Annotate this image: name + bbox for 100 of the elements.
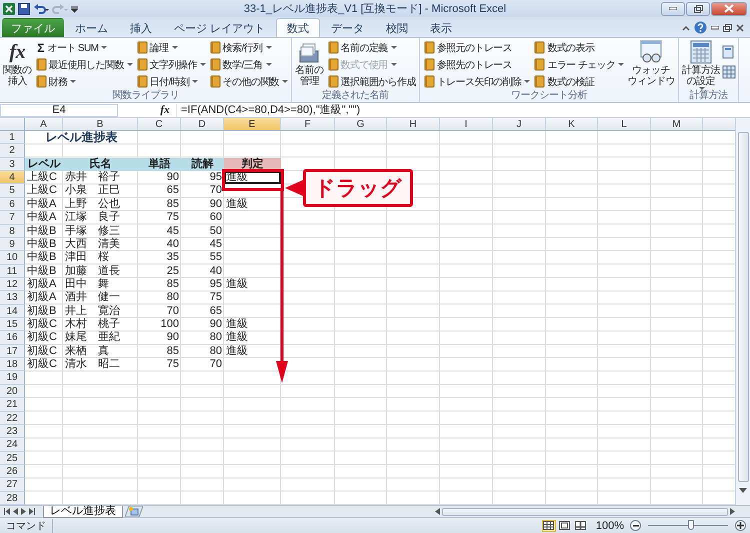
- row-header[interactable]: 4: [0, 171, 25, 184]
- column-header[interactable]: M: [651, 118, 703, 130]
- calculator-icon[interactable]: [722, 45, 734, 59]
- horizontal-scrollbar[interactable]: [435, 506, 735, 516]
- column-header[interactable]: L: [598, 118, 651, 130]
- sheet-tab[interactable]: レベル進捗表: [43, 506, 123, 518]
- formula-field[interactable]: =IF(AND(C4>=80,D4>=80),"進級",""): [176, 104, 750, 116]
- ribbon-button[interactable]: 名前の定義: [326, 39, 417, 56]
- row-header[interactable]: 6: [0, 198, 25, 212]
- row-header[interactable]: 21: [0, 398, 25, 412]
- scroll-right-icon[interactable]: [730, 508, 735, 515]
- scroll-down-icon[interactable]: [739, 488, 747, 493]
- ribbon-button[interactable]: Σ オート SUM: [34, 39, 134, 56]
- zoom-thumb[interactable]: [688, 520, 694, 530]
- row-header[interactable]: 23: [0, 424, 25, 438]
- ribbon-button[interactable]: 数学/三角: [208, 56, 290, 73]
- row-header[interactable]: 16: [0, 331, 25, 345]
- row-header[interactable]: 1: [0, 131, 25, 144]
- ribbon-large-button[interactable]: fx 関数の 挿入: [2, 39, 32, 90]
- column-header[interactable]: J: [493, 118, 546, 130]
- row-header[interactable]: 8: [0, 224, 25, 238]
- undo-icon[interactable]: [33, 2, 49, 14]
- row-header[interactable]: 19: [0, 371, 25, 385]
- column-header[interactable]: K: [546, 118, 598, 130]
- close-icon[interactable]: [736, 24, 744, 32]
- next-sheet-icon[interactable]: [21, 508, 26, 515]
- column-header[interactable]: G: [335, 118, 387, 130]
- row-header[interactable]: 17: [0, 344, 25, 358]
- zoom-level[interactable]: 100%: [596, 520, 624, 532]
- view-button[interactable]: [558, 520, 572, 532]
- first-sheet-icon[interactable]: [4, 508, 10, 515]
- ribbon-tab[interactable]: 校閲: [375, 18, 420, 37]
- ribbon-large-button[interactable]: 名前の 管理: [294, 39, 325, 90]
- scroll-left-icon[interactable]: [435, 508, 440, 515]
- restore-icon[interactable]: [723, 24, 732, 32]
- ribbon-button[interactable]: 数式の表示: [532, 39, 626, 56]
- minimize-button[interactable]: [661, 2, 685, 16]
- row-header[interactable]: 2: [0, 144, 25, 158]
- insert-function-button[interactable]: fx: [154, 104, 176, 116]
- row-header[interactable]: 24: [0, 438, 25, 452]
- row-header[interactable]: 9: [0, 238, 25, 252]
- previous-sheet-icon[interactable]: [13, 508, 18, 515]
- column-header[interactable]: B: [63, 118, 138, 130]
- save-icon[interactable]: [18, 2, 30, 14]
- collapse-ribbon-icon[interactable]: [682, 24, 690, 30]
- ribbon-button[interactable]: 論理: [134, 39, 207, 56]
- column-header[interactable]: A: [25, 118, 63, 130]
- ribbon-button[interactable]: トレース矢印の削除: [422, 73, 532, 90]
- row-header[interactable]: 22: [0, 412, 25, 425]
- ribbon-button[interactable]: その他の関数: [208, 73, 290, 90]
- zoom-in-button[interactable]: [735, 520, 746, 531]
- sheet-grid-icon[interactable]: [722, 65, 736, 79]
- column-header[interactable]: H: [387, 118, 440, 130]
- row-header[interactable]: 3: [0, 158, 25, 172]
- ribbon-tab[interactable]: ホーム: [64, 18, 119, 37]
- ribbon-button[interactable]: 文字列操作: [134, 56, 207, 73]
- ribbon-tab[interactable]: データ: [320, 18, 376, 37]
- ribbon-button[interactable]: エラー チェック: [532, 56, 626, 73]
- row-header[interactable]: 10: [0, 251, 25, 265]
- ribbon-tab[interactable]: ファイル: [2, 18, 64, 37]
- ribbon-button[interactable]: 選択範囲から作成: [326, 73, 417, 90]
- view-button[interactable]: [542, 520, 556, 532]
- row-header[interactable]: 28: [0, 492, 25, 505]
- ribbon-tab[interactable]: 挿入: [119, 18, 163, 37]
- customize-caret-icon[interactable]: [71, 4, 78, 14]
- ribbon-button[interactable]: 検索/行列: [208, 39, 290, 56]
- last-sheet-icon[interactable]: [29, 508, 35, 515]
- row-header[interactable]: 27: [0, 478, 25, 492]
- view-button[interactable]: [574, 520, 588, 532]
- help-icon[interactable]: [694, 21, 707, 34]
- row-header[interactable]: 13: [0, 291, 25, 305]
- row-header[interactable]: 26: [0, 464, 25, 478]
- row-header[interactable]: 5: [0, 184, 25, 198]
- row-header[interactable]: 11: [0, 264, 25, 278]
- vertical-scrollbar[interactable]: [735, 118, 750, 505]
- column-header[interactable]: F: [281, 118, 335, 130]
- ribbon-tab[interactable]: ページ レイアウト: [163, 18, 276, 37]
- ribbon-button[interactable]: 最近使用した関数: [34, 56, 134, 73]
- ribbon-large-button[interactable]: ウォッチ ウィンドウ: [626, 39, 676, 90]
- ribbon-button[interactable]: 財務: [34, 73, 134, 90]
- column-header[interactable]: C: [138, 118, 181, 130]
- ribbon-tab[interactable]: 表示: [419, 18, 464, 37]
- restore-button[interactable]: [686, 2, 710, 16]
- zoom-out-button[interactable]: [630, 520, 641, 531]
- minimize-icon[interactable]: [711, 26, 719, 30]
- ribbon-button[interactable]: 日付/時刻: [134, 73, 207, 90]
- ribbon-button[interactable]: 参照先のトレース: [422, 56, 532, 73]
- row-header[interactable]: 15: [0, 318, 25, 332]
- close-button[interactable]: [711, 2, 747, 16]
- column-header[interactable]: I: [440, 118, 493, 130]
- name-box[interactable]: E4: [0, 104, 118, 116]
- ribbon-button[interactable]: 参照元のトレース: [422, 39, 532, 56]
- row-header[interactable]: 14: [0, 304, 25, 318]
- ribbon-large-button[interactable]: 計算方法 の設定: [680, 39, 721, 90]
- row-header[interactable]: 25: [0, 452, 25, 465]
- ribbon-button[interactable]: 数式の検証: [532, 73, 626, 90]
- ribbon-tab[interactable]: 数式: [276, 18, 320, 37]
- row-header[interactable]: 12: [0, 278, 25, 292]
- column-header[interactable]: E: [224, 118, 281, 130]
- row-header[interactable]: 18: [0, 358, 25, 372]
